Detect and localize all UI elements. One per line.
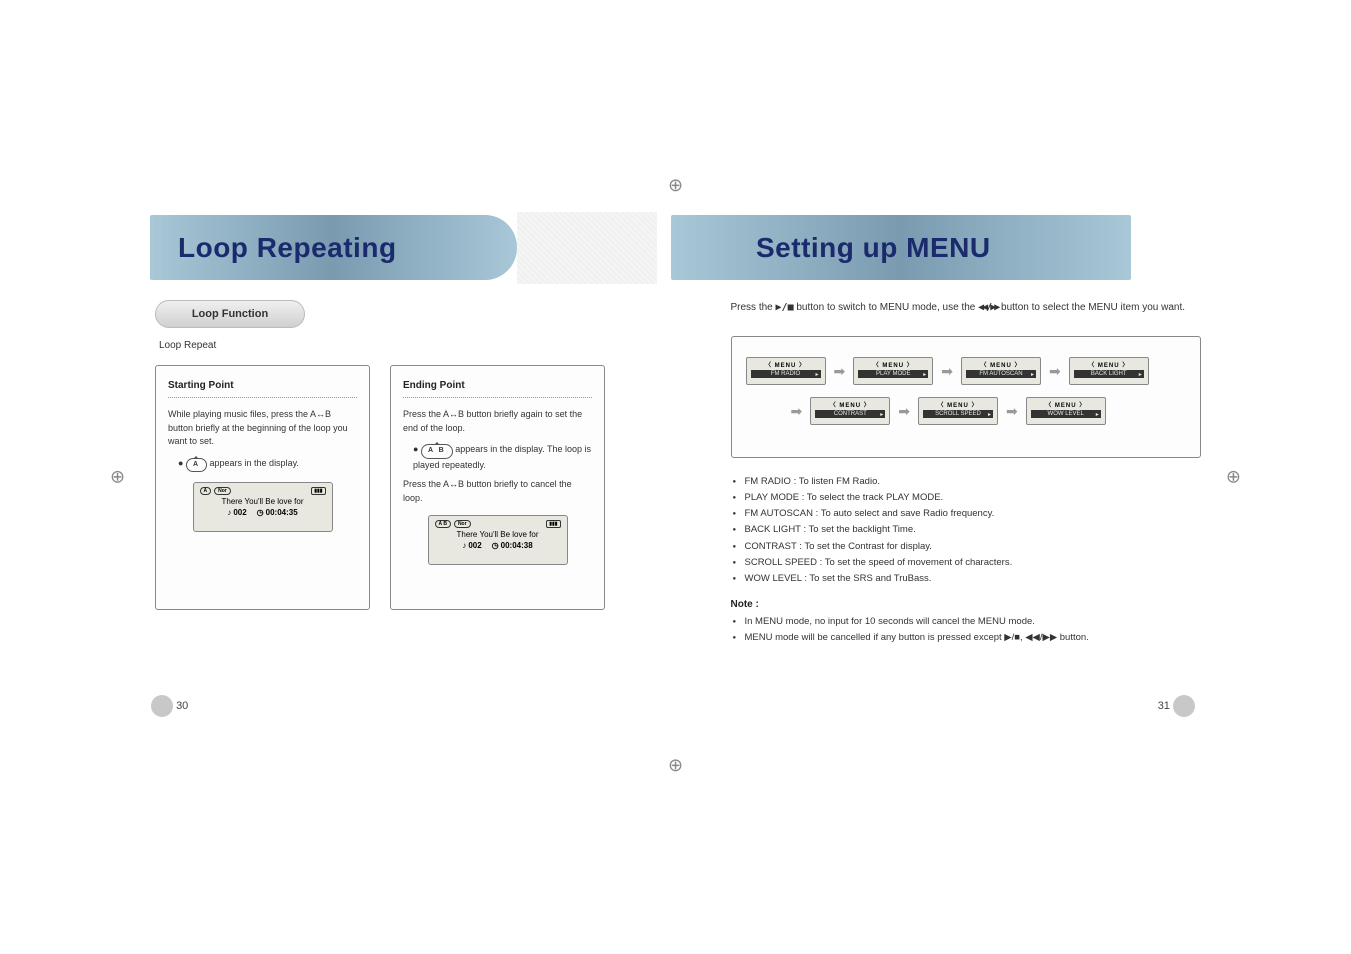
menu-lcd: 〈 MENU 〉 CONTRAST — [810, 397, 890, 425]
menu-lcd: 〈 MENU 〉 WOW LEVEL — [1026, 397, 1106, 425]
flow-row-2: ➡ 〈 MENU 〉 CONTRAST ➡ 〈 MENU 〉 SCROLL SP… — [746, 397, 1187, 425]
menu-lcd: 〈 MENU 〉 BACK LIGHT — [1069, 357, 1149, 385]
arrow-icon: ➡ — [1049, 363, 1061, 380]
menu-header: 〈 MENU 〉 — [751, 360, 821, 369]
ab-badge-ab: A B — [421, 444, 453, 459]
menu-lcd: 〈 MENU 〉 PLAY MODE — [853, 357, 933, 385]
menu-header: 〈 MENU 〉 — [1074, 360, 1144, 369]
menu-header: 〈 MENU 〉 — [1031, 400, 1101, 409]
list-item: FM AUTOSCAN : To auto select and save Ra… — [731, 506, 1202, 522]
intro-suf: button to select the MENU item you want. — [1001, 302, 1185, 313]
menu-item: WOW LEVEL — [1031, 410, 1101, 418]
list-item: In MENU mode, no input for 10 seconds wi… — [731, 614, 1202, 630]
arrow-icon: ➡ — [791, 403, 803, 420]
rew-ff-icon: ◀◀/▶▶ — [978, 302, 998, 313]
lcd2-time: 00:04:38 — [492, 541, 533, 550]
menu-item: PLAY MODE — [858, 370, 928, 378]
arrow-icon: ➡ — [941, 363, 953, 380]
step-panel-start: Starting Point While playing music files… — [155, 365, 370, 610]
menu-item: FM RADIO — [751, 370, 821, 378]
page-number-left: 30 — [151, 695, 188, 717]
step1-bullet: ● A appears in the display. — [168, 457, 357, 473]
menu-header: 〈 MENU 〉 — [923, 400, 993, 409]
step-panel-end: Ending Point Press the A↔B button briefl… — [390, 365, 605, 610]
menu-lcd: 〈 MENU 〉 FM AUTOSCAN — [961, 357, 1041, 385]
lcd2-song: There You'll Be love for — [435, 530, 561, 539]
menu-item: FM AUTOSCAN — [966, 370, 1036, 378]
step1-label: Starting Point — [168, 380, 357, 391]
menu-header: 〈 MENU 〉 — [815, 400, 885, 409]
lcd-display-1: A Nor ▮▮▮ There You'll Be love for 002 0… — [193, 482, 333, 532]
arrow-icon: ➡ — [1006, 403, 1018, 420]
step2-text2: Press the A↔B button briefly to cancel t… — [403, 478, 592, 505]
lcd-display-2: A B Nor ▮▮▮ There You'll Be love for 002… — [428, 515, 568, 565]
menu-lcd: 〈 MENU 〉 SCROLL SPEED — [918, 397, 998, 425]
pill-label: Loop Function — [192, 308, 268, 320]
page-right: Press the ▶/■ button to switch to MENU m… — [676, 200, 1351, 954]
lcd1-mode: Nor — [214, 487, 231, 495]
step1-bullet-text: appears in the display. — [210, 458, 299, 468]
lcd1-time: 00:04:35 — [257, 508, 298, 517]
list-item: PLAY MODE : To select the track PLAY MOD… — [731, 490, 1202, 506]
ab-badge-a: A — [186, 458, 207, 473]
note-label: Note : — [731, 599, 1202, 610]
menu-header: 〈 MENU 〉 — [858, 360, 928, 369]
lcd2-mode: Nor — [454, 520, 471, 528]
list-item: WOW LEVEL : To set the SRS and TruBass. — [731, 571, 1202, 587]
intro-text: Press the ▶/■ button to switch to MENU m… — [731, 300, 1202, 316]
menu-descriptions: FM RADIO : To listen FM Radio. PLAY MODE… — [731, 474, 1202, 587]
list-item: SCROLL SPEED : To set the speed of movem… — [731, 555, 1202, 571]
play-stop-icon: ▶/■ — [776, 302, 794, 313]
section-subtitle: Loop Repeat — [159, 340, 636, 351]
section-pill: Loop Function — [155, 300, 305, 328]
menu-item: CONTRAST — [815, 410, 885, 418]
arrow-icon: ➡ — [898, 403, 910, 420]
list-item: CONTRAST : To set the Contrast for displ… — [731, 539, 1202, 555]
page-num-left: 30 — [176, 700, 188, 712]
battery-icon: ▮▮▮ — [311, 487, 325, 495]
flow-row-1: 〈 MENU 〉 FM RADIO ➡ 〈 MENU 〉 PLAY MODE ➡… — [746, 357, 1187, 385]
list-item: FM RADIO : To listen FM Radio. — [731, 474, 1202, 490]
page-number-right: 31 — [1158, 695, 1195, 717]
note-list: In MENU mode, no input for 10 seconds wi… — [731, 614, 1202, 646]
page-num-right: 31 — [1158, 700, 1170, 712]
lcd2-track: 002 — [462, 541, 481, 550]
divider — [403, 397, 592, 398]
step2-text1: Press the A↔B button briefly again to se… — [403, 408, 592, 435]
lcd1-ab: A — [200, 487, 212, 495]
arrow-icon: ➡ — [834, 363, 846, 380]
intro-mid: button to switch to MENU mode, use the — [796, 302, 975, 313]
lcd2-ab: A B — [435, 520, 451, 528]
menu-flow-box: 〈 MENU 〉 FM RADIO ➡ 〈 MENU 〉 PLAY MODE ➡… — [731, 336, 1202, 458]
list-item: BACK LIGHT : To set the backlight Time. — [731, 522, 1202, 538]
lcd1-track: 002 — [227, 508, 246, 517]
page-left: Loop Function Loop Repeat Starting Point… — [0, 200, 676, 954]
step1-text: While playing music files, press the A↔B… — [168, 408, 357, 449]
page-dot-icon — [151, 695, 173, 717]
menu-item: BACK LIGHT — [1074, 370, 1144, 378]
divider — [168, 397, 357, 398]
menu-lcd: 〈 MENU 〉 FM RADIO — [746, 357, 826, 385]
battery-icon: ▮▮▮ — [546, 520, 560, 528]
page-dot-icon — [1173, 695, 1195, 717]
menu-item: SCROLL SPEED — [923, 410, 993, 418]
intro-pre: Press the — [731, 302, 773, 313]
step2-label: Ending Point — [403, 380, 592, 391]
list-item: MENU mode will be cancelled if any butto… — [731, 630, 1202, 646]
lcd1-song: There You'll Be love for — [200, 497, 326, 506]
menu-header: 〈 MENU 〉 — [966, 360, 1036, 369]
registration-mark-top: ⊕ — [668, 175, 683, 196]
step2-bullet: ● A B appears in the display. The loop i… — [403, 443, 592, 472]
